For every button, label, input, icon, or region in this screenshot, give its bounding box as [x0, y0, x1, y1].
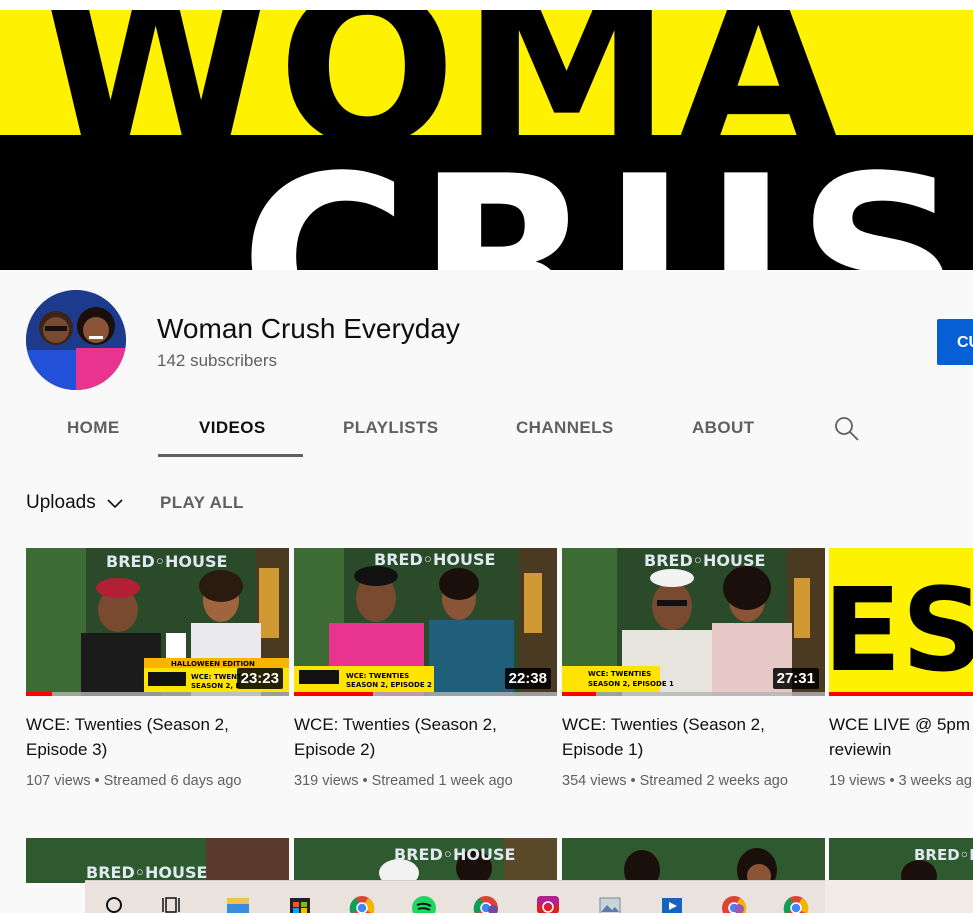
chrome-active-icon[interactable] [783, 892, 809, 913]
chrome-profile2-icon[interactable] [721, 892, 747, 913]
channel-name: Woman Crush Everyday [157, 313, 460, 344]
video-thumbnail[interactable]: BRED◦HOUSE [26, 838, 289, 883]
creative-cloud-icon[interactable] [535, 892, 561, 913]
video-title[interactable]: WCE LIVE @ 5pm E Sundays - reviewin [829, 712, 973, 762]
subscriber-count: 142 subscribers [157, 351, 278, 370]
video-card[interactable]: ES- WCE LIVE @ 5pm E Sundays - reviewin … [829, 548, 973, 792]
taskbar-tray [825, 880, 973, 913]
video-meta: 319 views • Streamed 1 week ago [294, 773, 513, 789]
tab-about[interactable]: ABOUT [692, 418, 754, 438]
video-title[interactable]: WCE: Twenties (Season 2, Episode 2) [294, 712, 534, 762]
thumb-caption-sub: SEASON 2, EPISODE 2 [346, 681, 432, 689]
video-thumbnail[interactable]: BRED◦HOUSE [829, 838, 973, 883]
thumb-caption-sub: SEASON 2, E [191, 682, 240, 690]
video-duration: 22:38 [504, 668, 551, 689]
chrome-profile-icon[interactable] [473, 892, 499, 913]
channel-banner: WOMA CRUS [0, 0, 973, 270]
video-meta: 354 views • Streamed 2 weeks ago [562, 773, 788, 789]
video-duration: 27:31 [772, 668, 819, 689]
video-card[interactable]: BRED◦HOUSE WCE: TWENTIES SEASON 2, EPISO… [294, 548, 557, 792]
video-thumbnail[interactable]: BRED◦HOUSE [294, 838, 557, 883]
play-all-button[interactable]: PLAY ALL [160, 493, 244, 513]
watch-progress-track [562, 692, 825, 696]
youtube-channel-page: WOMA CRUS Woman Crush Everyday 142 subsc… [0, 0, 973, 913]
store-icon[interactable] [287, 892, 313, 913]
thumb-caption: WCE: TWENTIES [588, 670, 651, 678]
file-explorer-icon[interactable] [225, 892, 251, 913]
video-thumbnail[interactable]: BRED◦HOUSE WCE: TWENTIES SEASON 2, EPISO… [294, 548, 557, 696]
video-card[interactable]: BRED◦HOUSE HALLOWEEN EDITION WCE: TWENTI… [26, 548, 289, 792]
banner-line2: CRUS [240, 128, 970, 270]
video-thumbnail[interactable]: ES- [829, 548, 973, 696]
videos-section: Uploads PLAY ALL BRED◦HOUSE HALLOWEEN ED… [0, 458, 973, 913]
video-title[interactable]: WCE: Twenties (Season 2, Episode 3) [26, 712, 266, 762]
video-card[interactable]: BRED◦HOUSE WCE: TWENTIES SEASON 2, EPISO… [562, 548, 825, 792]
subscribe-button[interactable]: CU [937, 319, 973, 365]
channel-avatar[interactable] [26, 290, 126, 390]
thumb-caption: WCE: TWENTIES [346, 672, 409, 680]
tab-channels[interactable]: CHANNELS [516, 418, 614, 438]
watch-progress-bar [294, 692, 373, 696]
thumb-brand-text: BRED◦HOUSE [374, 550, 495, 569]
photos-icon[interactable] [597, 892, 623, 913]
thumb-big-text: ES- [829, 564, 973, 696]
thumb-edition-text: HALLOWEEN EDITION [171, 660, 255, 668]
thumb-brand-text: BRED◦HOUSE [914, 846, 973, 864]
video-meta: 107 views • Streamed 6 days ago [26, 773, 242, 789]
watch-progress-bar [562, 692, 597, 696]
watch-progress-bar [26, 692, 53, 696]
windows-taskbar [85, 880, 825, 913]
task-view-icon[interactable] [161, 892, 187, 913]
tab-home[interactable]: HOME [67, 418, 120, 438]
video-meta: 19 views • 3 weeks ag [829, 773, 972, 789]
video-thumbnail[interactable] [562, 838, 825, 883]
chevron-down-icon[interactable] [106, 498, 124, 510]
video-title[interactable]: WCE: Twenties (Season 2, Episode 1) [562, 712, 802, 762]
thumb-caption-sub: SEASON 2, EPISODE 1 [588, 680, 674, 688]
sort-dropdown[interactable]: Uploads [26, 492, 96, 514]
video-thumbnail[interactable]: BRED◦HOUSE WCE: TWENTIES SEASON 2, EPISO… [562, 548, 825, 696]
channel-search-icon[interactable] [834, 416, 860, 442]
watch-progress-track [26, 692, 289, 696]
media-player-icon[interactable] [659, 892, 685, 913]
tab-playlists[interactable]: PLAYLISTS [343, 418, 439, 438]
search-icon[interactable] [103, 892, 129, 913]
active-tab-indicator [158, 454, 303, 457]
tab-videos[interactable]: VIDEOS [199, 418, 266, 438]
chrome-icon[interactable] [349, 892, 375, 913]
thumb-brand-text: BRED◦HOUSE [106, 552, 227, 571]
watch-progress-bar [829, 692, 973, 696]
channel-tabs: HOME VIDEOS PLAYLISTS CHANNELS ABOUT [0, 400, 973, 458]
thumb-brand-text: BRED◦HOUSE [394, 845, 515, 864]
video-thumbnail[interactable]: BRED◦HOUSE HALLOWEEN EDITION WCE: TWENTI… [26, 548, 289, 696]
video-duration: 23:23 [236, 668, 283, 689]
banner-art: WOMA CRUS [0, 10, 973, 270]
channel-header: Woman Crush Everyday 142 subscribers CU … [0, 270, 973, 458]
spotify-icon[interactable] [411, 892, 437, 913]
